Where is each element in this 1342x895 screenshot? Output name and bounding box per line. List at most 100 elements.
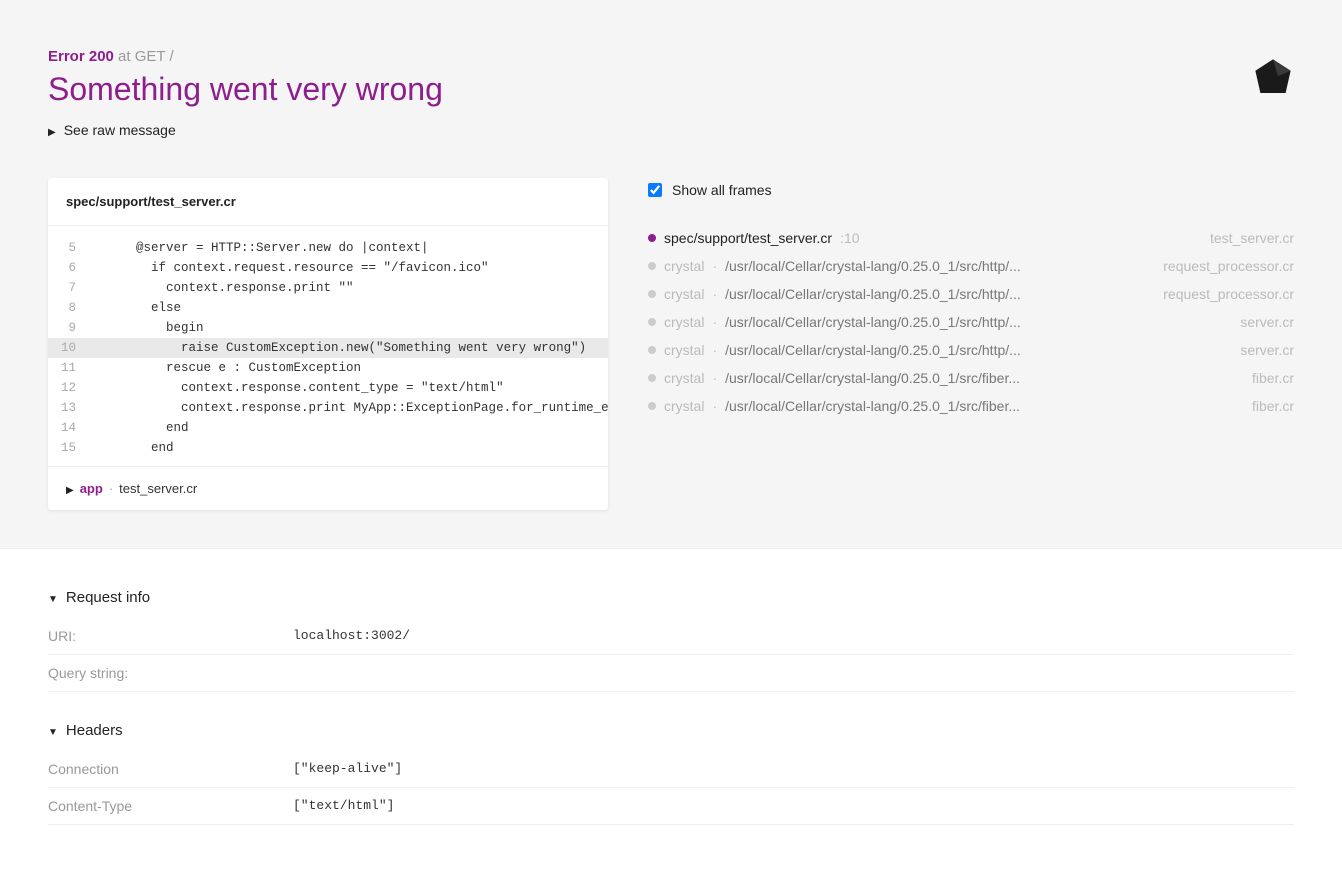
info-key: Content-Type: [48, 788, 293, 825]
error-title: Something went very wrong: [48, 71, 1294, 108]
frame-bullet-icon: [648, 290, 656, 298]
frame-bullet-icon: [648, 262, 656, 270]
chevron-down-icon: [48, 589, 58, 606]
code-line: 5 @server = HTTP::Server.new do |context…: [48, 238, 608, 258]
line-number: 15: [48, 438, 88, 458]
line-content: raise CustomException.new("Something wen…: [88, 338, 586, 358]
line-number: 8: [48, 298, 88, 318]
error-header-section: Error 200 at GET / Something went very w…: [0, 0, 1342, 548]
code-panel: spec/support/test_server.cr 5 @server = …: [48, 178, 608, 510]
show-all-frames-row: Show all frames: [648, 182, 1294, 198]
table-row: Content-Type["text/html"]: [48, 788, 1294, 825]
frame-file: server.cr: [1240, 314, 1294, 330]
code-line: 9 begin: [48, 318, 608, 338]
frame-file: server.cr: [1240, 342, 1294, 358]
info-key: Query string:: [48, 655, 293, 692]
dot-separator: ·: [109, 481, 113, 496]
info-value: [293, 655, 1294, 692]
line-number: 5: [48, 238, 88, 258]
headers-heading[interactable]: Headers: [48, 722, 1294, 739]
line-number: 12: [48, 378, 88, 398]
request-info-heading[interactable]: Request info: [48, 589, 1294, 606]
line-number: 6: [48, 258, 88, 278]
raw-message-toggle[interactable]: See raw message: [48, 122, 1294, 138]
info-value: ["text/html"]: [293, 788, 1294, 825]
code-line: 13 context.response.print MyApp::Excepti…: [48, 398, 608, 418]
table-row: URI:localhost:3002/: [48, 618, 1294, 655]
code-footer-file: test_server.cr: [119, 481, 197, 496]
info-value: ["keep-alive"]: [293, 751, 1294, 788]
raw-message-label: See raw message: [64, 122, 176, 138]
dot-separator: ·: [712, 398, 717, 414]
frame-row[interactable]: crystal · /usr/local/Cellar/crystal-lang/0…: [648, 392, 1294, 420]
frame-row[interactable]: crystal·/usr/local/Cellar/crystal-lang/0…: [648, 308, 1294, 336]
line-content: context.response.print MyApp::ExceptionP…: [88, 398, 608, 418]
frame-path: /usr/local/Cellar/crystal-lang/0.25.0_1/…: [725, 286, 1155, 302]
info-value: localhost:3002/: [293, 618, 1294, 655]
error-context: at GET /: [118, 48, 174, 65]
request-info-title: Request info: [66, 589, 150, 606]
line-number: 13: [48, 398, 88, 418]
dot-separator: ·: [712, 370, 717, 386]
code-line: 6 if context.request.resource == "/favic…: [48, 258, 608, 278]
line-content: else: [88, 298, 181, 318]
line-number: 9: [48, 318, 88, 338]
frame-file: test_server.cr: [1210, 230, 1294, 246]
headers-table: Connection["keep-alive"]Content-Type["te…: [48, 751, 1294, 825]
line-content: end: [88, 418, 189, 438]
frame-row[interactable]: crystal·/usr/local/Cellar/crystal-lang/0…: [648, 336, 1294, 364]
frame-file: request_processor.cr: [1163, 258, 1294, 274]
info-key: Connection: [48, 751, 293, 788]
frame-line-no: :10: [840, 230, 859, 246]
frames-list: spec/support/test_server.cr:10test_serve…: [648, 224, 1294, 420]
dot-separator: ·: [712, 342, 717, 358]
details-section: Request info URI:localhost:3002/Query st…: [0, 548, 1342, 895]
frame-bullet-icon: [648, 374, 656, 382]
frame-file: fiber.cr: [1252, 398, 1294, 414]
frame-path: /usr/local/Cellar/crystal-lang/0.25.0_1/…: [725, 258, 1155, 274]
frame-row[interactable]: crystal · /usr/local/Cellar/crystal-lang/0…: [648, 252, 1294, 280]
line-content: begin: [88, 318, 204, 338]
line-number: 7: [48, 278, 88, 298]
frame-path: /usr/local/Cellar/crystal-lang/0.25.0_1/…: [725, 398, 1244, 414]
frame-row[interactable]: crystal·/usr/local/Cellar/crystal-lang/0…: [648, 280, 1294, 308]
frame-row[interactable]: crystal·/usr/local/Cellar/crystal-lang/0…: [648, 364, 1294, 392]
main-columns: spec/support/test_server.cr 5 @server = …: [48, 178, 1294, 510]
line-content: context.response.content_type = "text/ht…: [88, 378, 504, 398]
chevron-right-icon: [66, 481, 74, 496]
request-info-block: Request info URI:localhost:3002/Query st…: [48, 589, 1294, 692]
line-content: if context.request.resource == "/favicon…: [88, 258, 489, 278]
chevron-right-icon: [48, 122, 56, 138]
show-all-frames-checkbox[interactable]: [648, 183, 662, 197]
frame-source-tag: crystal: [664, 398, 704, 414]
code-file-path: spec/support/test_server.cr: [48, 178, 608, 226]
code-line: 11 rescue e : CustomException: [48, 358, 608, 378]
frame-source-tag: crystal: [664, 286, 704, 302]
line-number: 11: [48, 358, 88, 378]
code-body: 5 @server = HTTP::Server.new do |context…: [48, 226, 608, 466]
info-key: URI:: [48, 618, 293, 655]
frame-file: request_processor.cr: [1163, 286, 1294, 302]
dot-separator: ·: [712, 314, 717, 330]
headers-block: Headers Connection["keep-alive"]Content-…: [48, 722, 1294, 825]
code-line: 8 else: [48, 298, 608, 318]
line-number: 10: [48, 338, 88, 358]
code-line: 14 end: [48, 418, 608, 438]
dot-separator: ·: [712, 258, 717, 274]
show-all-frames-label: Show all frames: [672, 182, 772, 198]
table-row: Connection["keep-alive"]: [48, 751, 1294, 788]
frame-source-tag: crystal: [664, 314, 704, 330]
frame-bullet-icon: [648, 346, 656, 354]
frame-row[interactable]: spec/support/test_server.cr:10test_serve…: [648, 224, 1294, 252]
frame-bullet-icon: [648, 402, 656, 410]
frame-file: fiber.cr: [1252, 370, 1294, 386]
code-footer-app: app: [80, 481, 103, 496]
frame-path: /usr/local/Cellar/crystal-lang/0.25.0_1/…: [725, 342, 1232, 358]
framework-logo-icon: [1252, 56, 1294, 101]
frame-source-tag: crystal: [664, 258, 704, 274]
code-line: 10 raise CustomException.new("Something …: [48, 338, 608, 358]
error-status-line: Error 200 at GET /: [48, 48, 1294, 65]
code-line: 12 context.response.content_type = "text…: [48, 378, 608, 398]
code-footer[interactable]: app · test_server.cr: [48, 466, 608, 510]
line-content: @server = HTTP::Server.new do |context|: [88, 238, 429, 258]
